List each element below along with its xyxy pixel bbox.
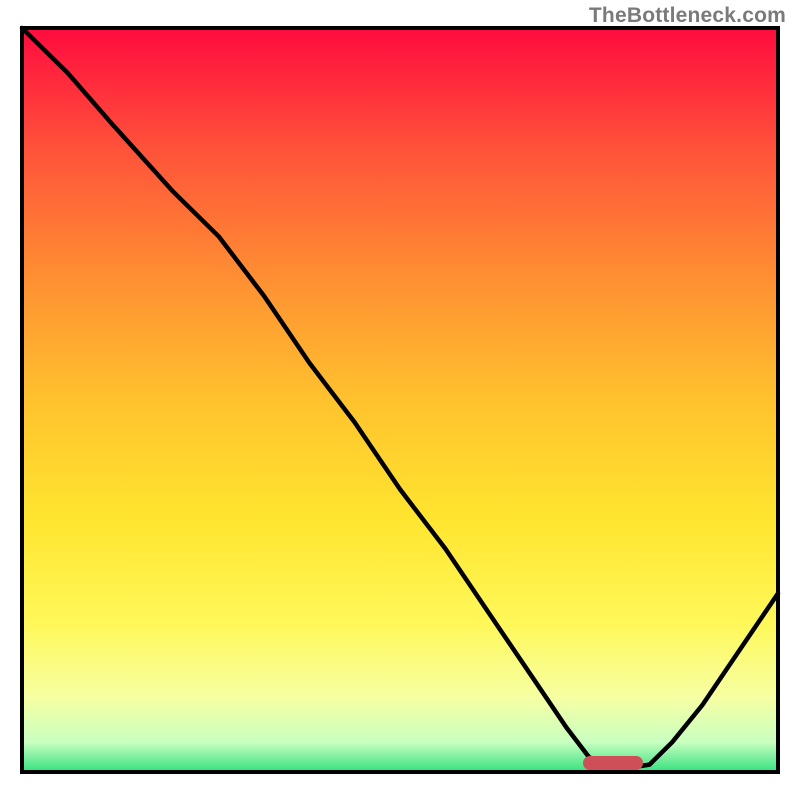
optimal-range-marker xyxy=(583,756,643,770)
chart-container: TheBottleneck.com xyxy=(0,0,800,800)
bottleneck-curve-chart xyxy=(0,0,800,800)
watermark-label: TheBottleneck.com xyxy=(589,4,786,28)
plot-background xyxy=(22,28,778,772)
